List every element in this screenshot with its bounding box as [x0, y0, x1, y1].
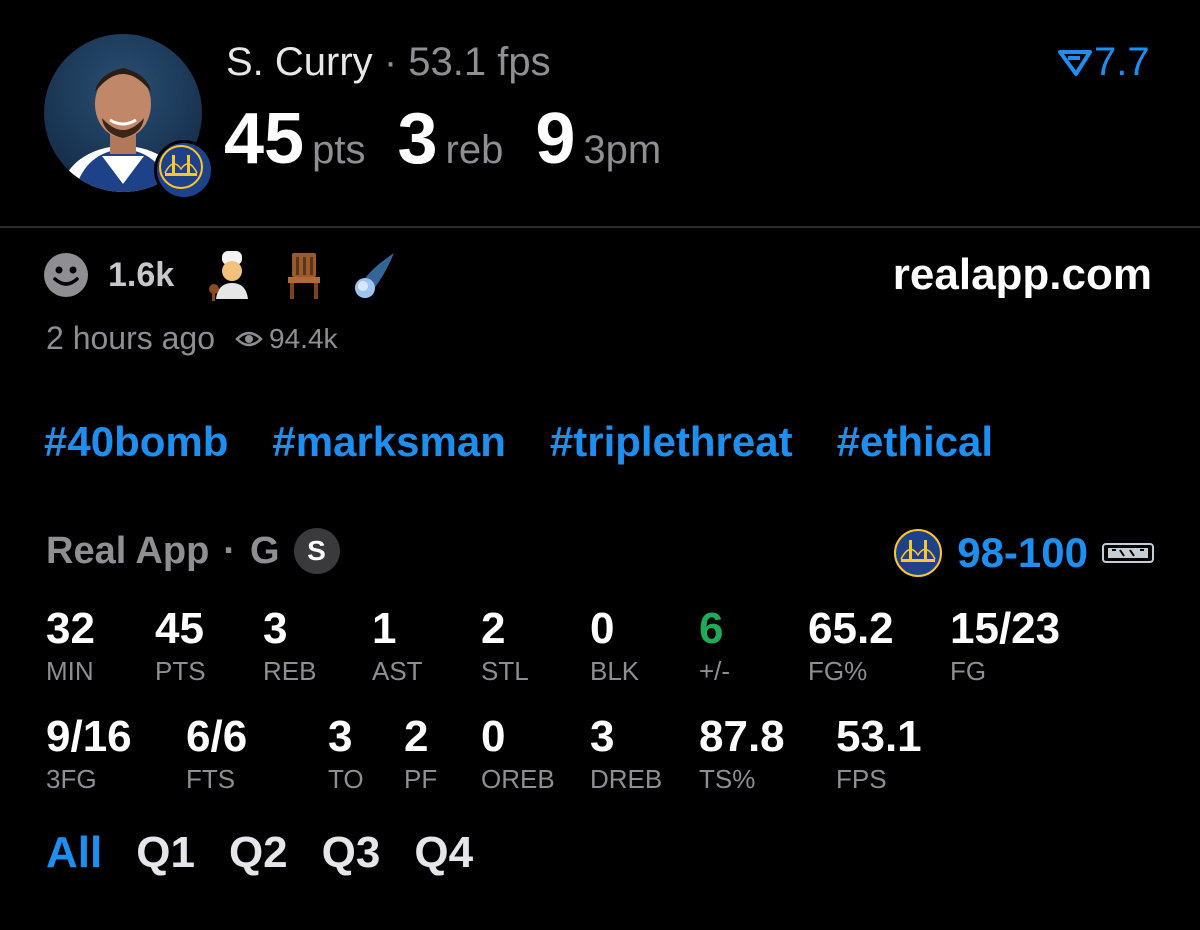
stat-fg-pct: 65.2 FG% — [808, 604, 894, 687]
stat-fts: 6/6 FTS — [186, 712, 247, 795]
stat-label: DREB — [590, 764, 663, 794]
headline-rebounds-unit: reb — [445, 128, 504, 172]
warriors-logo-icon — [154, 140, 214, 200]
stat-label: STL — [481, 656, 529, 686]
view-count-value: 94.4k — [269, 322, 338, 354]
stat-value: 6 — [699, 604, 724, 653]
player-fps: 53.1 fps — [408, 40, 551, 84]
stat-fps: 53.1 FPS — [836, 712, 922, 795]
stat-label: FG — [950, 656, 987, 686]
stat-value: 2 — [404, 712, 429, 761]
separator-dot: · — [223, 529, 236, 572]
hashtag-marksman[interactable]: #marksman — [272, 418, 505, 466]
game-source: Real App — [46, 529, 210, 572]
view-count: 94.4k — [235, 323, 338, 355]
stat-label: 3FG — [46, 764, 97, 794]
stat-value: 32 — [46, 604, 95, 653]
stat-label: FG% — [808, 656, 868, 686]
smile-reaction-icon[interactable] — [44, 253, 88, 297]
tab-q1[interactable]: Q1 — [136, 828, 195, 878]
stat-label: FTS — [186, 764, 236, 794]
score-value: 98-100 — [957, 529, 1088, 576]
starter-badge: S — [293, 528, 340, 574]
quarter-tabs: All Q1 Q2 Q3 Q4 — [46, 828, 473, 878]
stat-value: 87.8 — [699, 712, 785, 761]
game-source-line: Real App · G S — [46, 528, 340, 574]
tab-q4[interactable]: Q4 — [414, 828, 473, 878]
stat-value: 0 — [481, 712, 506, 761]
stat-value: 1 — [372, 604, 397, 653]
stat-min: 32 MIN — [46, 604, 95, 687]
rating-button[interactable]: 7.7 — [1058, 40, 1150, 85]
stat-value: 3 — [328, 712, 353, 761]
site-link[interactable]: realapp.com — [893, 250, 1152, 300]
stat-label: OREB — [481, 764, 555, 794]
headline-stats: 45 pts 3 reb 9 3pm — [224, 98, 693, 180]
stat-label: REB — [263, 656, 317, 686]
player-name-line: S. Curry · 53.1 fps — [226, 40, 551, 85]
stat-ts-pct: 87.8 TS% — [699, 712, 785, 795]
stat-dreb: 3 DREB — [590, 712, 662, 795]
reaction-count: 1.6k — [108, 255, 175, 294]
stat-oreb: 0 OREB — [481, 712, 555, 795]
comet-emoji-icon[interactable] — [350, 249, 402, 301]
stat-label: +/- — [699, 656, 731, 686]
stat-label: MIN — [46, 656, 94, 686]
stat-value: 3 — [590, 712, 615, 761]
stat-3fg: 9/16 3FG — [46, 712, 132, 795]
stat-value: 2 — [481, 604, 506, 653]
hashtag-triplethreat[interactable]: #triplethreat — [550, 418, 793, 466]
rating-value: 7.7 — [1094, 40, 1150, 84]
player-position: G — [249, 529, 280, 572]
stat-value: 0 — [590, 604, 615, 653]
stat-label: AST — [372, 656, 423, 686]
stat-reb: 3 REB — [263, 604, 316, 687]
headline-points-value: 45 — [224, 99, 305, 179]
stat-value: 45 — [155, 604, 204, 653]
eye-icon — [235, 331, 263, 346]
hashtag-list: #40bomb #marksman #triplethreat #ethical — [44, 418, 993, 466]
separator-dot: · — [383, 40, 398, 84]
game-score[interactable]: 98-100 — [893, 528, 1154, 578]
stat-blk: 0 BLK — [590, 604, 639, 687]
stat-ast: 1 AST — [372, 604, 423, 687]
stat-value: 53.1 — [836, 712, 922, 761]
stat-label: TS% — [699, 764, 756, 794]
headline-points-unit: pts — [312, 128, 366, 172]
tab-all[interactable]: All — [46, 828, 102, 878]
headline-threes-unit: 3pm — [583, 128, 662, 172]
warriors-logo-icon — [894, 529, 943, 577]
tab-q2[interactable]: Q2 — [229, 828, 288, 878]
stat-label: TO — [328, 764, 364, 794]
divider — [0, 226, 1200, 228]
stat-value: 15/23 — [950, 604, 1061, 653]
player-name[interactable]: S. Curry — [226, 40, 373, 84]
stat-pf: 2 PF — [404, 712, 437, 795]
post-time: 2 hours ago — [46, 320, 216, 356]
hashtag-ethical[interactable]: #ethical — [837, 418, 993, 466]
headline-rebounds-value: 3 — [397, 99, 438, 179]
post-meta: 2 hours ago 94.4k — [46, 320, 338, 357]
reactions-bar: 1.6k — [44, 249, 402, 301]
chef-emoji-icon[interactable] — [206, 249, 258, 301]
hashtag-40bomb[interactable]: #40bomb — [44, 418, 228, 466]
rating-arrow-icon — [1058, 49, 1092, 76]
stat-value: 65.2 — [808, 604, 894, 653]
stat-pts: 45 PTS — [155, 604, 206, 687]
tab-q3[interactable]: Q3 — [322, 828, 381, 878]
stat-plus-minus: 6 +/- — [699, 604, 730, 687]
spurs-logo-icon — [1102, 543, 1154, 563]
stat-value: 6/6 — [186, 712, 248, 761]
stat-label: BLK — [590, 656, 640, 686]
stat-value: 3 — [263, 604, 288, 653]
stat-label: PF — [404, 764, 438, 794]
stat-fg: 15/23 FG — [950, 604, 1060, 687]
stat-label: FPS — [836, 764, 887, 794]
headline-threes-value: 9 — [535, 99, 576, 179]
stat-stl: 2 STL — [481, 604, 529, 687]
chair-emoji-icon[interactable] — [278, 249, 330, 301]
stat-label: PTS — [155, 656, 206, 686]
stat-value: 9/16 — [46, 712, 132, 761]
stat-to: 3 TO — [328, 712, 364, 795]
